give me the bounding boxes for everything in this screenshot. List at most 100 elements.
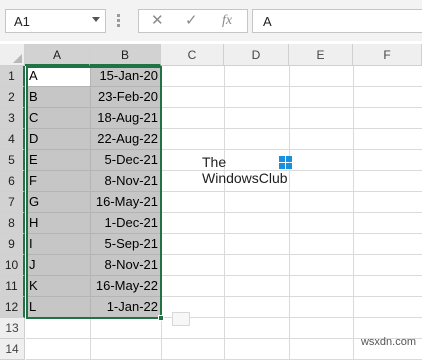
cell-b4[interactable]: 22-Aug-22 xyxy=(91,129,162,150)
cell-d13[interactable] xyxy=(225,318,290,339)
cell-f3[interactable] xyxy=(354,108,422,129)
enter-icon[interactable]: ✓ xyxy=(185,12,198,30)
cell-d2[interactable] xyxy=(225,87,290,108)
cell-e14[interactable] xyxy=(290,339,354,360)
cell-d9[interactable] xyxy=(225,234,290,255)
cell-a14[interactable] xyxy=(26,339,91,360)
cell-a5[interactable]: E xyxy=(26,150,91,171)
cell-c4[interactable] xyxy=(162,129,225,150)
cell-d10[interactable] xyxy=(225,255,290,276)
quick-analysis-icon[interactable] xyxy=(172,312,190,326)
cell-c8[interactable] xyxy=(162,213,225,234)
cell-f9[interactable] xyxy=(354,234,422,255)
row-header-3[interactable]: 3 xyxy=(0,108,25,129)
chevron-down-icon[interactable] xyxy=(92,17,100,22)
cell-b5[interactable]: 5-Dec-21 xyxy=(91,150,162,171)
column-header-c[interactable]: C xyxy=(161,44,224,66)
select-all-button[interactable] xyxy=(0,44,25,66)
cell-a8[interactable]: H xyxy=(26,213,91,234)
column-header-b[interactable]: B xyxy=(90,44,161,66)
row-header-5[interactable]: 5 xyxy=(0,150,25,171)
fill-handle[interactable] xyxy=(158,315,164,321)
cell-a1[interactable]: A xyxy=(26,66,91,87)
column-header-a[interactable]: A xyxy=(25,44,90,66)
cell-d8[interactable] xyxy=(225,213,290,234)
cell-f4[interactable] xyxy=(354,129,422,150)
insert-function-icon[interactable]: fx xyxy=(222,12,232,30)
row-header-2[interactable]: 2 xyxy=(0,87,25,108)
formula-input[interactable]: A xyxy=(252,9,422,33)
row-header-13[interactable]: 13 xyxy=(0,318,25,339)
cell-b9[interactable]: 5-Sep-21 xyxy=(91,234,162,255)
row-header-12[interactable]: 12 xyxy=(0,297,25,318)
cell-e12[interactable] xyxy=(290,297,354,318)
cell-d12[interactable] xyxy=(225,297,290,318)
row-header-9[interactable]: 9 xyxy=(0,234,25,255)
cell-a4[interactable]: D xyxy=(26,129,91,150)
cell-e3[interactable] xyxy=(290,108,354,129)
row-header-14[interactable]: 14 xyxy=(0,339,25,360)
cell-f5[interactable] xyxy=(354,150,422,171)
cell-d4[interactable] xyxy=(225,129,290,150)
cell-c11[interactable] xyxy=(162,276,225,297)
cell-b10[interactable]: 8-Nov-21 xyxy=(91,255,162,276)
cell-e1[interactable] xyxy=(290,66,354,87)
cell-e2[interactable] xyxy=(290,87,354,108)
column-header-d[interactable]: D xyxy=(224,44,289,66)
cell-f10[interactable] xyxy=(354,255,422,276)
cell-e9[interactable] xyxy=(290,234,354,255)
cell-b12[interactable]: 1-Jan-22 xyxy=(91,297,162,318)
cell-b6[interactable]: 8-Nov-21 xyxy=(91,171,162,192)
cell-f2[interactable] xyxy=(354,87,422,108)
cell-f6[interactable] xyxy=(354,171,422,192)
cell-e11[interactable] xyxy=(290,276,354,297)
row-header-10[interactable]: 10 xyxy=(0,255,25,276)
row-header-4[interactable]: 4 xyxy=(0,129,25,150)
cell-f1[interactable] xyxy=(354,66,422,87)
column-header-e[interactable]: E xyxy=(289,44,353,66)
cell-a2[interactable]: B xyxy=(26,87,91,108)
cell-d11[interactable] xyxy=(225,276,290,297)
cell-d3[interactable] xyxy=(225,108,290,129)
cell-b7[interactable]: 16-May-21 xyxy=(91,192,162,213)
cell-d14[interactable] xyxy=(225,339,290,360)
column-header-f[interactable]: F xyxy=(353,44,422,66)
cell-a13[interactable] xyxy=(26,318,91,339)
cell-f11[interactable] xyxy=(354,276,422,297)
cell-b1[interactable]: 15-Jan-20 xyxy=(91,66,162,87)
cell-a6[interactable]: F xyxy=(26,171,91,192)
row-header-11[interactable]: 11 xyxy=(0,276,25,297)
cell-c2[interactable] xyxy=(162,87,225,108)
row-header-1[interactable]: 1 xyxy=(0,66,25,87)
cancel-icon[interactable]: ✕ xyxy=(151,12,164,30)
row-header-6[interactable]: 6 xyxy=(0,171,25,192)
cell-b8[interactable]: 1-Dec-21 xyxy=(91,213,162,234)
cell-f12[interactable] xyxy=(354,297,422,318)
cell-b2[interactable]: 23-Feb-20 xyxy=(91,87,162,108)
cell-e10[interactable] xyxy=(290,255,354,276)
cell-c9[interactable] xyxy=(162,234,225,255)
name-box[interactable]: A1 xyxy=(5,9,106,33)
cell-b13[interactable] xyxy=(91,318,162,339)
cell-a12[interactable]: L xyxy=(26,297,91,318)
cell-c14[interactable] xyxy=(162,339,225,360)
cell-f7[interactable] xyxy=(354,192,422,213)
cell-a7[interactable]: G xyxy=(26,192,91,213)
cell-e4[interactable] xyxy=(290,129,354,150)
row-header-8[interactable]: 8 xyxy=(0,213,25,234)
cell-d1[interactable] xyxy=(225,66,290,87)
cell-b11[interactable]: 16-May-22 xyxy=(91,276,162,297)
cell-a10[interactable]: J xyxy=(26,255,91,276)
cell-a9[interactable]: I xyxy=(26,234,91,255)
cell-b14[interactable] xyxy=(91,339,162,360)
cell-a11[interactable]: K xyxy=(26,276,91,297)
cell-b3[interactable]: 18-Aug-21 xyxy=(91,108,162,129)
cell-f8[interactable] xyxy=(354,213,422,234)
resize-grip-icon[interactable] xyxy=(117,14,120,28)
cell-a3[interactable]: C xyxy=(26,108,91,129)
cell-c10[interactable] xyxy=(162,255,225,276)
cell-c1[interactable] xyxy=(162,66,225,87)
cell-e13[interactable] xyxy=(290,318,354,339)
cell-e8[interactable] xyxy=(290,213,354,234)
cell-c3[interactable] xyxy=(162,108,225,129)
